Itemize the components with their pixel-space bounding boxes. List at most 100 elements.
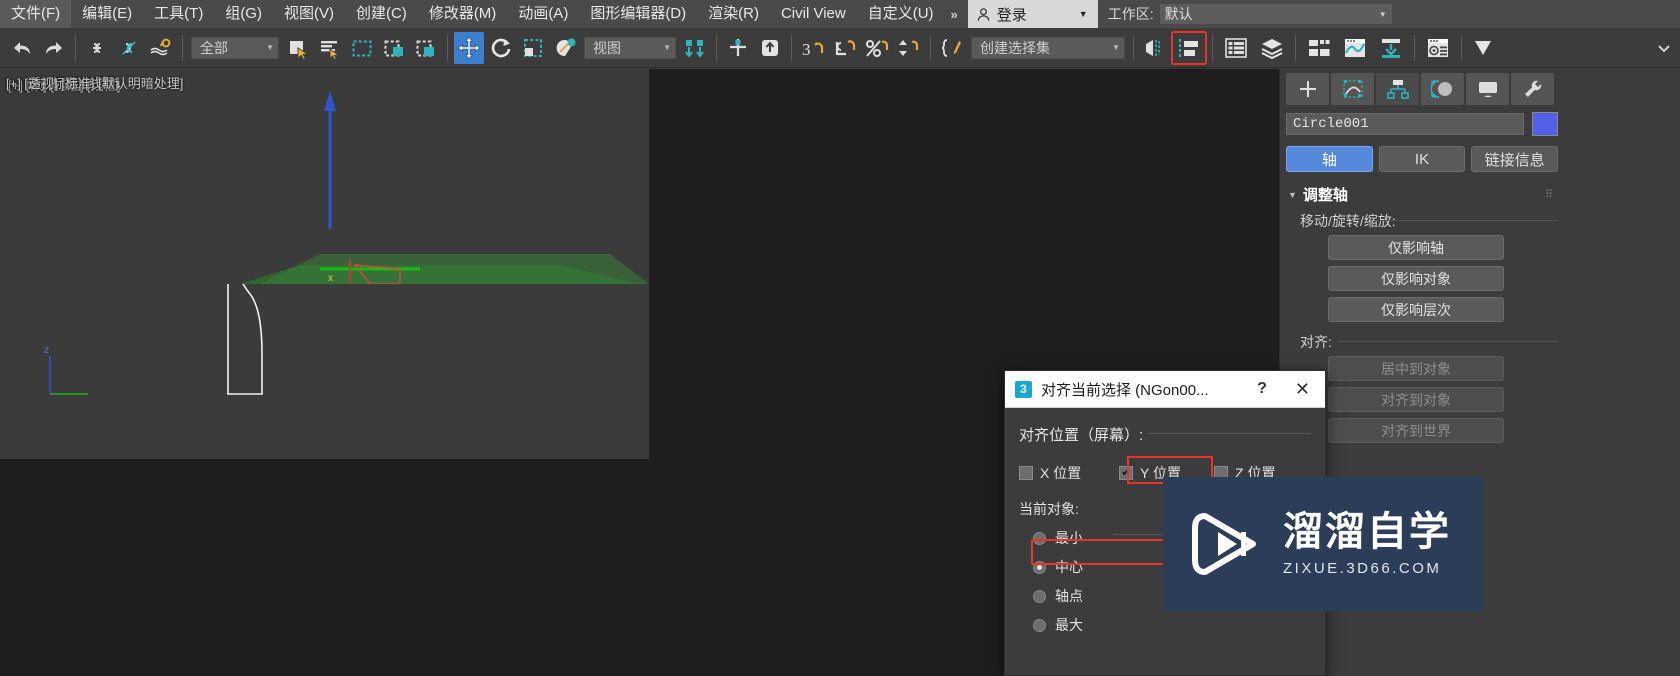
select-and-rotate-icon[interactable] — [486, 32, 516, 64]
select-by-name-icon[interactable] — [315, 32, 345, 64]
link-icon[interactable] — [82, 32, 112, 64]
render-setup-icon[interactable] — [1468, 32, 1498, 64]
watermark-title: 溜溜自学 — [1283, 509, 1451, 554]
snap-toggle-icon[interactable] — [723, 32, 753, 64]
maximum-radio[interactable] — [1033, 618, 1046, 632]
object-name-field[interactable]: Circle001 — [1286, 113, 1524, 135]
spinner-snap-icon[interactable] — [894, 32, 924, 64]
window-crossing-icon[interactable] — [379, 32, 409, 64]
motion-tab[interactable] — [1421, 73, 1464, 105]
menu-item-graph-editors[interactable]: 图形编辑器(D) — [579, 0, 697, 28]
menu-item-create[interactable]: 创建(C) — [345, 0, 418, 28]
toolbar-divider — [930, 34, 931, 61]
y-position-checkbox[interactable] — [1119, 466, 1133, 480]
minimum-radio[interactable] — [1033, 531, 1046, 545]
hierarchy-tab[interactable] — [1376, 73, 1419, 105]
menu-overflow-chevron-icon[interactable]: » — [945, 7, 964, 22]
toolbar-overflow-icon[interactable] — [1649, 32, 1679, 64]
chevron-down-icon: ▼ — [663, 43, 671, 52]
select-object-icon[interactable] — [283, 32, 313, 64]
angle-snap-toggle-icon[interactable] — [830, 32, 860, 64]
menu-item-file[interactable]: 文件(F) — [0, 0, 72, 28]
workspace-dropdown[interactable]: 默认 ▼ — [1159, 4, 1392, 24]
menu-item-animation[interactable]: 动画(A) — [507, 0, 579, 28]
material-editor-icon[interactable] — [1421, 32, 1455, 64]
dialog-close-button[interactable]: ✕ — [1286, 379, 1319, 400]
viewport-perspective-label: [+] [透视] [标准] [默认明暗处理] — [6, 76, 184, 91]
redo-icon[interactable] — [39, 32, 69, 64]
reference-coordinate-dropdown[interactable]: 视图 ▼ — [584, 36, 676, 59]
current-object-maximum-row[interactable]: 最大 — [1033, 615, 1311, 635]
align-to-object-button[interactable]: 对齐到对象 — [1328, 387, 1504, 412]
display-tab[interactable] — [1466, 73, 1509, 105]
pivot-mode-button[interactable]: 轴 — [1286, 146, 1373, 172]
affect-hierarchy-only-button[interactable]: 仅影响层次 — [1328, 297, 1504, 322]
bind-space-warp-icon[interactable] — [146, 32, 176, 64]
percent-snap-icon[interactable] — [862, 32, 892, 64]
menu-item-customize[interactable]: 自定义(U) — [857, 0, 945, 28]
pivot-point-radio[interactable] — [1033, 589, 1046, 603]
menu-item-civil-view[interactable]: Civil View — [770, 0, 857, 28]
ik-mode-button[interactable]: IK — [1378, 146, 1466, 172]
align-icon[interactable] — [1171, 30, 1207, 65]
align-group-label: 对齐: — [1300, 334, 1332, 350]
percent-snap-3-icon[interactable]: 3 — [798, 32, 828, 64]
viewport-perspective-content: x — [0, 69, 649, 284]
pivot-point-label: 轴点 — [1055, 588, 1083, 604]
menu-item-modifiers[interactable]: 修改器(M) — [418, 0, 508, 28]
layer-manager-icon[interactable] — [1255, 32, 1289, 64]
object-color-swatch[interactable] — [1532, 112, 1558, 136]
undo-icon[interactable] — [7, 32, 37, 64]
schematic-view-icon[interactable] — [1374, 32, 1408, 64]
use-pivot-center-icon[interactable] — [680, 32, 710, 64]
angle-snap-icon[interactable] — [755, 32, 785, 64]
menu-item-edit[interactable]: 编辑(E) — [71, 0, 143, 28]
align-to-world-button[interactable]: 对齐到世界 — [1328, 418, 1504, 443]
create-tab[interactable] — [1286, 73, 1329, 105]
watermark-logo-icon — [1185, 502, 1269, 586]
current-object-label: 当前对象: — [1019, 501, 1079, 517]
menu-item-views[interactable]: 视图(V) — [273, 0, 345, 28]
menu-item-rendering[interactable]: 渲染(R) — [697, 0, 770, 28]
viewport-perspective[interactable]: [+] [透视] [标准] [默认明暗处理] x — [0, 69, 649, 284]
chevron-down-icon: ▼ — [1112, 43, 1120, 52]
workspace-label: 工作区: — [1107, 6, 1154, 22]
menu-item-group[interactable]: 组(G) — [214, 0, 273, 28]
menu-bar: 文件(F) 编辑(E) 工具(T) 组(G) 视图(V) 创建(C) 修改器(M… — [0, 0, 1680, 28]
x-position-checkbox-item[interactable]: X 位置 — [1019, 463, 1119, 483]
center-radio[interactable] — [1033, 560, 1046, 574]
select-and-place-icon[interactable] — [550, 32, 580, 64]
utilities-tab[interactable] — [1511, 73, 1554, 105]
affect-object-only-button[interactable]: 仅影响对象 — [1328, 266, 1504, 291]
center-to-object-button[interactable]: 居中到对象 — [1328, 356, 1504, 381]
named-selection-set-value: 创建选择集 — [980, 39, 1050, 56]
dialog-title-bar[interactable]: 3 对齐当前选择 (NGon00... ? ✕ — [1005, 371, 1325, 408]
menu-item-tools[interactable]: 工具(T) — [143, 0, 214, 28]
link-info-mode-button[interactable]: 链接信息 — [1471, 146, 1559, 172]
unlink-icon[interactable] — [114, 32, 144, 64]
rect-selection-region-icon[interactable] — [347, 32, 377, 64]
window-crossing-alt-icon[interactable] — [411, 32, 441, 64]
app-root: 文件(F) 编辑(E) 工具(T) 组(G) 视图(V) 创建(C) 修改器(M… — [0, 0, 1680, 676]
curve-editor-icon[interactable] — [1338, 32, 1372, 64]
login-button[interactable]: 登录 ▼ — [967, 0, 1098, 28]
x-position-checkbox[interactable] — [1019, 466, 1033, 480]
ribbon-icon[interactable] — [1302, 32, 1336, 64]
maximum-label: 最大 — [1055, 617, 1083, 633]
rollout-triangle-icon: ▼ — [1288, 189, 1297, 200]
select-and-scale-icon[interactable] — [518, 32, 548, 64]
toolbar-divider — [1414, 34, 1415, 61]
named-selection-set-dropdown[interactable]: 创建选择集 ▼ — [971, 36, 1125, 59]
toolbar-divider — [791, 34, 792, 61]
workspace-selector[interactable]: 工作区: 默认 ▼ — [1097, 0, 1398, 28]
dialog-help-button[interactable]: ? — [1247, 380, 1277, 398]
select-and-move-icon[interactable] — [454, 31, 484, 64]
selection-filter-dropdown[interactable]: 全部 ▼ — [191, 36, 279, 59]
edit-named-selection-icon[interactable] — [937, 32, 967, 64]
login-caret-icon[interactable]: ▼ — [1079, 9, 1088, 19]
layer-explorer-icon[interactable] — [1219, 32, 1253, 64]
adjust-pivot-rollout-header[interactable]: ▼ 调整轴 ⠿ — [1288, 184, 1558, 205]
modify-tab[interactable] — [1331, 73, 1374, 105]
affect-pivot-only-button[interactable]: 仅影响轴 — [1328, 235, 1504, 260]
mirror-icon[interactable] — [1140, 32, 1170, 64]
